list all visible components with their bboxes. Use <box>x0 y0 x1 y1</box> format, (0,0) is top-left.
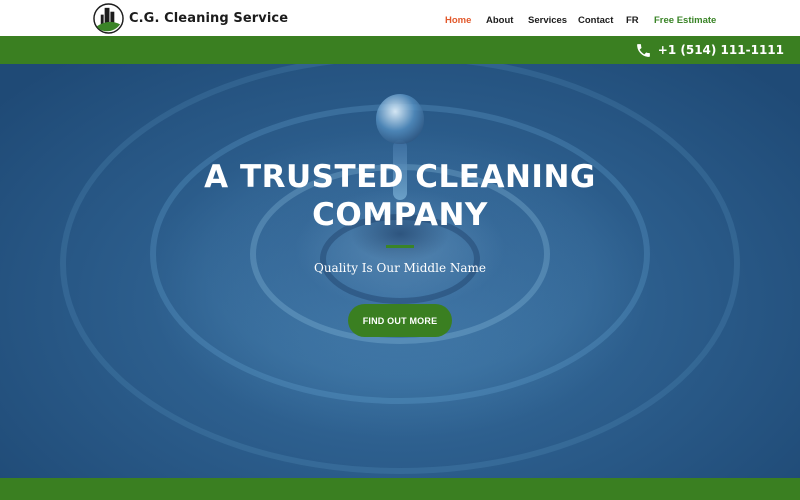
nav-services[interactable]: Services <box>528 15 567 26</box>
contact-strip: +1 (514) 111-1111 <box>0 36 800 64</box>
phone-icon <box>636 43 650 57</box>
hero-title-line-1: A TRUSTED CLEANING <box>204 159 596 195</box>
bottom-green-bar <box>0 478 800 500</box>
nav-language-fr[interactable]: FR <box>626 15 639 26</box>
nav-home[interactable]: Home <box>445 15 471 26</box>
water-drop <box>376 94 424 144</box>
top-navbar: C.G. Cleaning Service Home About Service… <box>0 0 800 36</box>
phone-link[interactable]: +1 (514) 111-1111 <box>635 36 784 64</box>
nav-contact[interactable]: Contact <box>578 15 613 26</box>
hero-subtitle: Quality Is Our Middle Name <box>313 261 487 275</box>
find-out-more-button[interactable]: FIND OUT MORE <box>348 304 452 337</box>
hero-title-line-2: COMPANY <box>312 197 488 233</box>
nav-about[interactable]: About <box>486 15 513 26</box>
building-leaf-logo <box>93 2 124 34</box>
brand[interactable]: C.G. Cleaning Service <box>93 2 289 34</box>
nav-free-estimate[interactable]: Free Estimate <box>654 15 716 26</box>
hero-title: A TRUSTED CLEANING COMPANY <box>0 158 800 234</box>
hero-section: A TRUSTED CLEANING COMPANY Quality Is Ou… <box>0 64 800 478</box>
phone-number: +1 (514) 111-1111 <box>657 43 784 57</box>
title-divider <box>386 245 414 248</box>
brand-name: C.G. Cleaning Service <box>129 10 289 26</box>
